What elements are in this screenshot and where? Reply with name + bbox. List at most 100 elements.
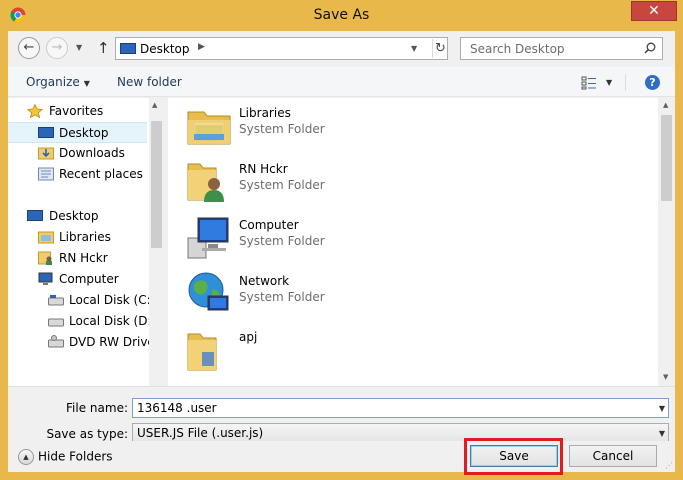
file-item-apj[interactable]: apj xyxy=(186,324,386,376)
desktop-icon xyxy=(38,127,54,138)
tree-item-libraries[interactable]: Libraries xyxy=(8,227,147,248)
tree-label: Favorites xyxy=(49,104,104,118)
file-name-label: File name: xyxy=(66,401,128,415)
recent-places-icon xyxy=(38,167,54,181)
dialog-footer: ▲ Hide Folders Save Cancel ⋰ xyxy=(8,438,675,475)
tree-item-dvd-drive[interactable]: DVD RW Drive ( xyxy=(8,332,163,353)
file-item-libraries[interactable]: Libraries System Folder xyxy=(186,100,386,152)
file-item-computer[interactable]: Computer System Folder xyxy=(186,212,386,264)
navigation-pane: Favorites Desktop Downloads Recent place… xyxy=(8,98,164,386)
save-form: File name: 136148 .user ▼ Save as type: … xyxy=(8,386,675,443)
tree-item-computer[interactable]: Computer xyxy=(8,269,147,290)
resize-grip-icon[interactable]: ⋰ xyxy=(665,461,673,470)
path-chevron-icon[interactable]: ▶ xyxy=(198,42,205,52)
file-scroll-thumb[interactable] xyxy=(661,115,672,201)
computer-icon xyxy=(38,272,53,285)
tree-label: Computer xyxy=(59,272,119,286)
tree-item-recent-places[interactable]: Recent places xyxy=(8,164,147,185)
recent-locations-dropdown[interactable]: ▼ xyxy=(76,43,82,52)
file-type: System Folder xyxy=(239,122,325,136)
file-type: System Folder xyxy=(239,178,325,192)
tree-label: Desktop xyxy=(49,209,99,223)
hard-drive-icon xyxy=(48,295,64,306)
toolbar-divider xyxy=(625,74,626,91)
chevron-down-icon[interactable]: ▼ xyxy=(659,404,665,413)
change-view-icon[interactable] xyxy=(581,76,597,90)
tree-item-desktop[interactable]: Desktop xyxy=(8,206,147,227)
file-name: Computer xyxy=(239,218,299,232)
tree-label: Downloads xyxy=(59,146,125,160)
up-button[interactable]: ↑ xyxy=(97,39,110,57)
tree-label: Recent places xyxy=(59,167,143,181)
path-dropdown-icon[interactable]: ▼ xyxy=(411,44,417,53)
tree-label: Local Disk (D:) xyxy=(69,314,157,328)
file-type: System Folder xyxy=(239,290,325,304)
file-name: apj xyxy=(239,330,258,344)
back-button[interactable]: ← xyxy=(18,37,40,59)
dialog-client: ← → ▼ ↑ Desktop ▶ ▼ ↻ Search Desktop Org… xyxy=(8,31,675,475)
scroll-down-icon[interactable]: ▼ xyxy=(663,373,668,381)
hide-folders-label: Hide Folders xyxy=(38,449,113,464)
file-name: RN Hckr xyxy=(239,162,288,176)
view-options-dropdown[interactable]: ▼ xyxy=(606,78,612,87)
cancel-button[interactable]: Cancel xyxy=(569,445,657,467)
command-toolbar: Organize ▼ New folder ▼ ? xyxy=(8,67,675,97)
save-as-type-label: Save as type: xyxy=(46,427,128,441)
tree-item-local-disk-c[interactable]: Local Disk (C:) xyxy=(8,290,155,311)
file-item-rn-hckr[interactable]: RN Hckr System Folder xyxy=(186,156,386,208)
file-item-network[interactable]: Network System Folder xyxy=(186,268,386,320)
save-as-window: Save As ✕ ← → ▼ ↑ Desktop ▶ ▼ ↻ Search D… xyxy=(0,0,683,480)
search-placeholder: Search Desktop xyxy=(470,42,565,56)
dvd-drive-icon xyxy=(48,335,64,348)
file-name-input[interactable]: 136148 .user ▼ xyxy=(132,398,669,418)
chevron-down-icon[interactable]: ▼ xyxy=(659,429,665,438)
organize-button[interactable]: Organize ▼ xyxy=(26,75,90,89)
desktop-icon xyxy=(27,210,43,221)
path-box[interactable]: Desktop ▶ ▼ ↻ xyxy=(115,37,448,60)
star-icon xyxy=(27,104,43,118)
libraries-icon xyxy=(38,231,54,244)
refresh-button[interactable]: ↻ xyxy=(432,39,448,58)
scroll-up-icon[interactable]: ▲ xyxy=(152,101,157,109)
help-icon[interactable]: ? xyxy=(645,75,660,90)
hide-folders-button[interactable]: ▲ Hide Folders xyxy=(18,449,113,465)
scroll-up-icon[interactable]: ▲ xyxy=(663,101,668,109)
file-name-value: 136148 .user xyxy=(137,401,217,415)
tree-label: RN Hckr xyxy=(59,251,108,265)
file-list-pane: Libraries System Folder RN Hckr System F… xyxy=(168,98,675,386)
chevron-up-icon: ▲ xyxy=(18,449,34,465)
path-desktop[interactable]: Desktop xyxy=(140,42,190,56)
save-as-type-value: USER.JS File (.user.js) xyxy=(137,426,264,440)
close-button[interactable]: ✕ xyxy=(631,1,677,21)
tree-item-rn-hckr[interactable]: RN Hckr xyxy=(8,248,147,269)
tree-item-desktop-fav[interactable]: Desktop xyxy=(8,122,147,143)
title-bar[interactable]: Save As ✕ xyxy=(0,0,683,30)
file-list-scrollbar[interactable]: ▲ ▼ xyxy=(658,98,675,386)
tree-item-downloads[interactable]: Downloads xyxy=(8,143,147,164)
save-as-type-select[interactable]: USER.JS File (.user.js) ▼ xyxy=(132,423,669,443)
libraries-icon xyxy=(187,111,231,145)
user-folder-icon xyxy=(38,251,52,265)
tree-label: Local Disk (C:) xyxy=(69,293,156,307)
tree-favorites[interactable]: Favorites xyxy=(8,101,147,122)
nav-scrollbar[interactable]: ▲ xyxy=(149,98,164,386)
tree-label: Libraries xyxy=(59,230,111,244)
search-icon[interactable] xyxy=(644,42,656,54)
desktop-icon xyxy=(120,43,136,54)
organize-label: Organize xyxy=(26,75,80,89)
save-button[interactable]: Save xyxy=(470,445,558,467)
tree-label: Desktop xyxy=(59,126,109,140)
file-type: System Folder xyxy=(239,234,325,248)
file-name: Libraries xyxy=(239,106,291,120)
downloads-folder-icon xyxy=(38,147,54,160)
computer-icon xyxy=(187,217,229,259)
file-name: Network xyxy=(239,274,290,288)
forward-button[interactable]: → xyxy=(46,37,68,59)
search-box[interactable]: Search Desktop xyxy=(460,37,663,60)
chevron-down-icon: ▼ xyxy=(83,79,90,88)
new-folder-button[interactable]: New folder xyxy=(117,75,182,89)
user-folder-icon xyxy=(187,163,224,202)
window-title: Save As xyxy=(313,7,370,23)
nav-scroll-thumb[interactable] xyxy=(151,121,162,248)
tree-item-local-disk-d[interactable]: Local Disk (D:) xyxy=(8,311,156,332)
